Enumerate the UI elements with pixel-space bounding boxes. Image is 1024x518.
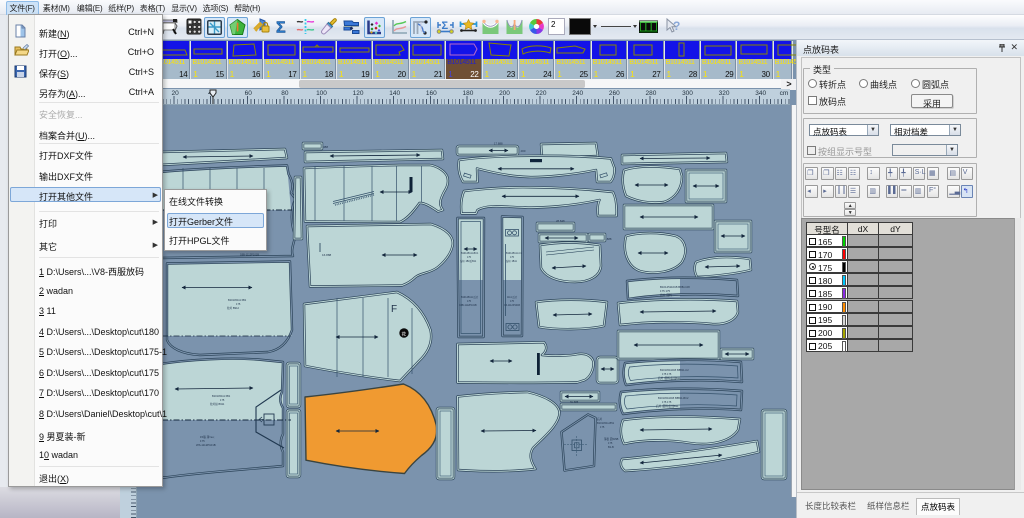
svg-text:B1014511-B51: B1014511-B51 xyxy=(597,421,615,425)
svg-text:Σ: Σ xyxy=(276,20,286,37)
svg-text:175 175: 175 175 xyxy=(662,400,672,404)
svg-text:175: 175 xyxy=(236,302,241,306)
svg-text:后片 面料: 后片 面料 xyxy=(660,293,672,297)
svg-text:后片 (面料)缸线B11: 后片 (面料)缸线B11 xyxy=(656,404,679,408)
svg-text:B10145111-C1: B10145111-C1 xyxy=(506,252,522,255)
svg-text:拉片 B912: 拉片 B912 xyxy=(227,306,240,310)
svg-text:175: 175 xyxy=(220,398,225,402)
svg-text:C3-1112P101B: C3-1112P101B xyxy=(504,304,520,307)
svg-text:Σ: Σ xyxy=(442,20,449,32)
svg-text:175: 175 xyxy=(467,300,472,303)
svg-text:175: 175 xyxy=(608,441,613,445)
svg-text:背杆 1B0后B11: 背杆 1B0后B11 xyxy=(460,259,477,263)
svg-text:175: 175 xyxy=(467,256,472,259)
svg-text:.000: .000 xyxy=(520,149,526,153)
svg-text:C3B-1112P101B: C3B-1112P101B xyxy=(459,304,477,307)
svg-text:175: 175 xyxy=(510,300,515,303)
svg-text:1111 后片: 1111 后片 xyxy=(507,295,518,299)
svg-text:花: 花 xyxy=(402,331,407,338)
svg-text:B10145111 6B1: B10145111 6B1 xyxy=(212,394,231,398)
svg-text:17.888: 17.888 xyxy=(494,142,503,146)
svg-text:B10145111 6B1: B10145111 6B1 xyxy=(228,298,247,302)
svg-text:175 175: 175 175 xyxy=(662,372,672,376)
svg-text:背杆 1B11: 背杆 1B11 xyxy=(506,259,518,263)
svg-text:B1-B: B1-B xyxy=(608,445,614,449)
svg-text:175: 175 xyxy=(510,256,515,259)
svg-text:1BB-1112P101B: 1BB-1112P101B xyxy=(240,253,259,257)
svg-text:B101451101B B8B11-C2: B101451101B B8B11-C2 xyxy=(660,368,689,372)
svg-text:.888: .888 xyxy=(606,237,612,241)
svg-text:B10145111 后片: B10145111 后片 xyxy=(461,295,479,299)
svg-text:B101451101B B8B11-BC2: B101451101B B8B11-BC2 xyxy=(658,396,689,400)
svg-text:后片: 后片 xyxy=(597,417,603,421)
svg-text:175: 175 xyxy=(600,425,605,429)
svg-text:拉片织 B911: 拉片织 B911 xyxy=(210,402,225,406)
svg-text:?: ? xyxy=(673,19,680,33)
svg-text:16.888: 16.888 xyxy=(322,253,332,257)
svg-text:28.848: 28.848 xyxy=(556,219,565,223)
svg-text:F: F xyxy=(391,304,397,315)
svg-text:薄衷 面WSB: 薄衷 面WSB xyxy=(604,437,619,441)
svg-text:后片 (面料)缸线B11: 后片 (面料)缸线B11 xyxy=(658,376,681,380)
svg-text:SL.888: SL.888 xyxy=(570,400,579,404)
svg-text:WS-1112P101B: WS-1112P101B xyxy=(196,443,216,447)
svg-text:388: 388 xyxy=(323,145,328,149)
svg-text:B10145111-BC1: B10145111-BC1 xyxy=(461,252,479,255)
